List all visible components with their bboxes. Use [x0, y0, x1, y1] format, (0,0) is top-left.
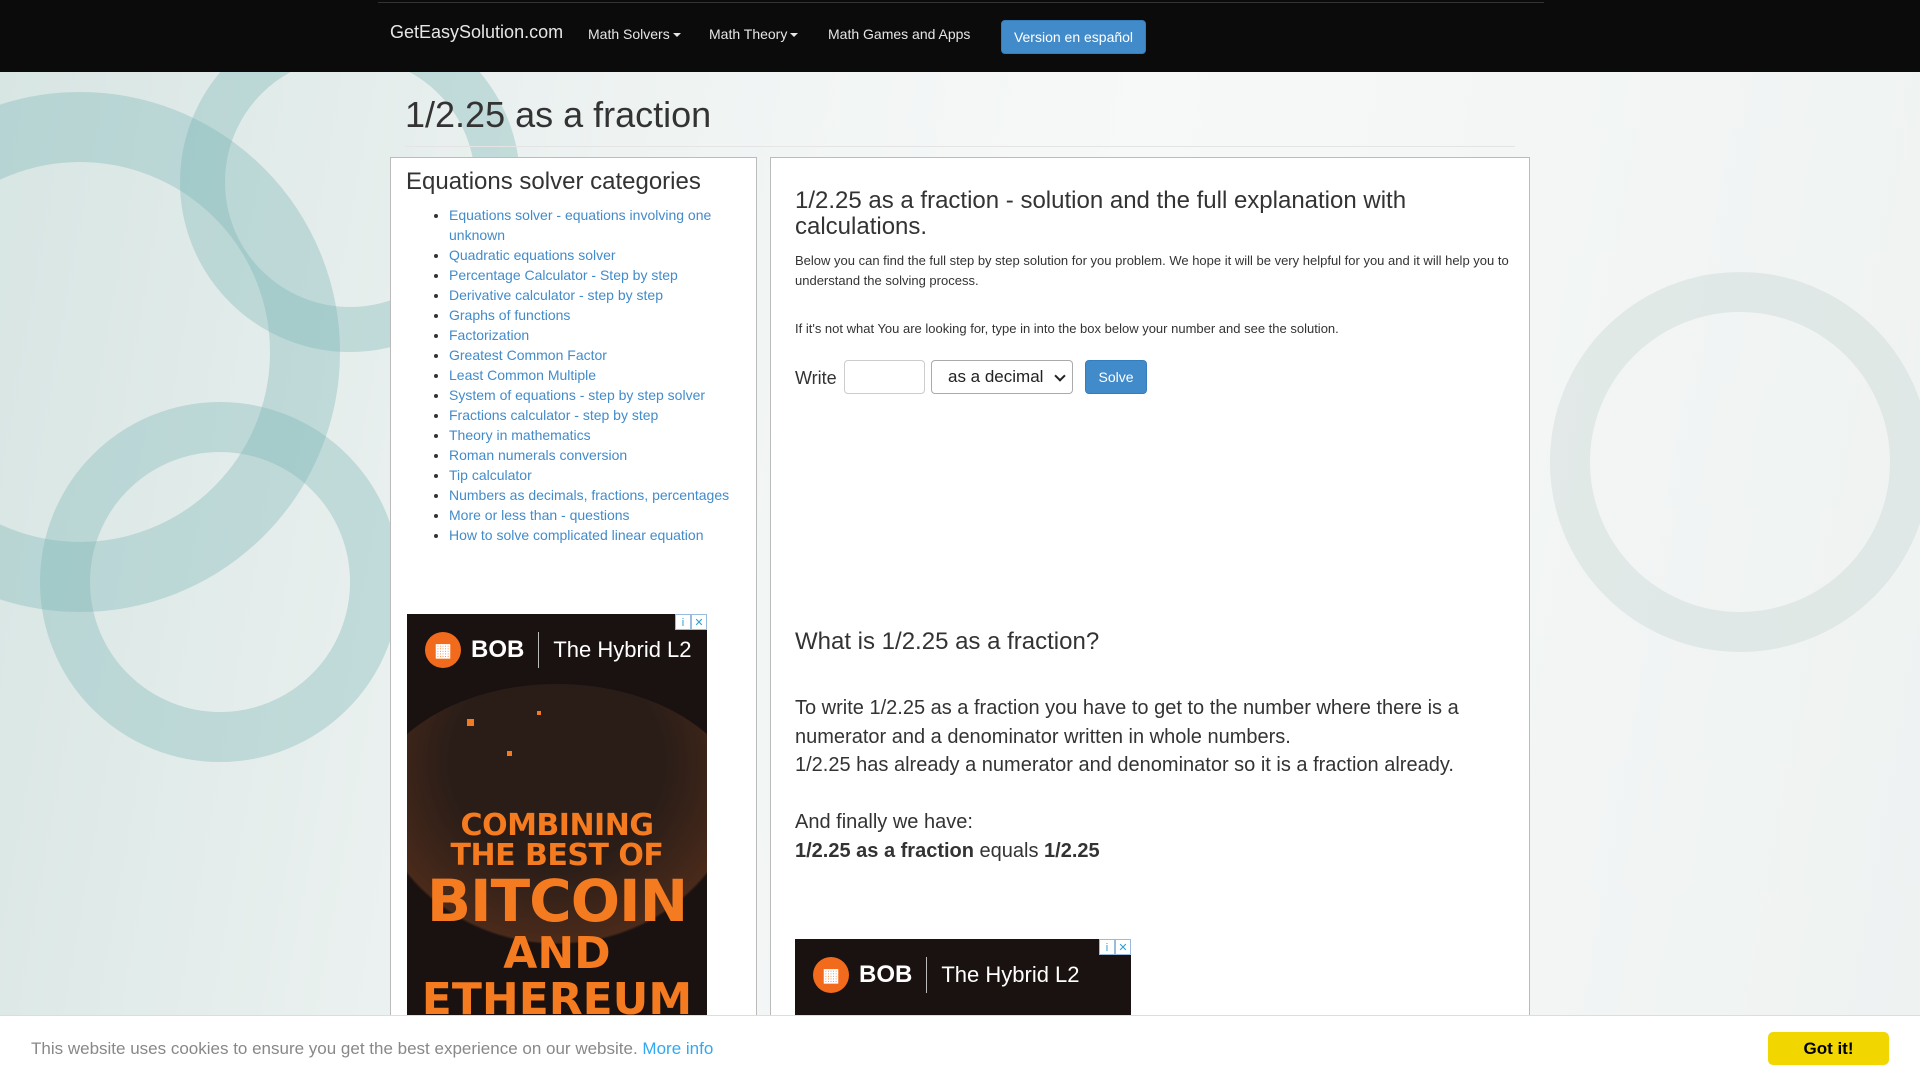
navbar-divider — [378, 2, 1544, 3]
ad-header: ▦ BOB The Hybrid L2 — [795, 939, 1131, 1011]
ad-close-icon[interactable]: ✕ — [691, 614, 707, 630]
list-item: Percentage Calculator - Step by step — [449, 265, 731, 285]
category-link[interactable]: How to solve complicated linear equation — [449, 527, 703, 543]
list-item: Factorization — [449, 325, 731, 345]
cookie-consent-bar: This website uses cookies to ensure you … — [0, 1015, 1920, 1080]
advertisement-banner[interactable]: ▦ BOB The Hybrid L2 i ✕ COMBINING THE BE… — [407, 614, 707, 1080]
ad-brand: BOB — [859, 961, 913, 988]
list-item: Tip calculator — [449, 465, 731, 485]
intro-text: Below you can find the full step by step… — [795, 253, 1509, 288]
list-item: Greatest Common Factor — [449, 345, 731, 365]
question-heading: What is 1/2.25 as a fraction? — [795, 628, 1100, 655]
ad-headline-line: COMBINING — [460, 808, 654, 843]
category-link[interactable]: Greatest Common Factor — [449, 347, 607, 363]
bob-logo-icon: ▦ — [425, 632, 461, 668]
number-input[interactable] — [844, 360, 925, 394]
list-item: Equations solver - equations involving o… — [449, 205, 731, 245]
list-item: Graphs of functions — [449, 305, 731, 325]
explanation: To write 1/2.25 as a fraction you have t… — [795, 694, 1515, 780]
ad-close-icon[interactable]: ✕ — [1115, 939, 1131, 955]
list-item: System of equations - step by step solve… — [449, 385, 731, 405]
explanation-line: To write 1/2.25 as a fraction you have t… — [795, 697, 1459, 748]
list-item: Theory in mathematics — [449, 425, 731, 445]
category-link[interactable]: System of equations - step by step solve… — [449, 387, 705, 403]
ad-decor-dot — [537, 711, 541, 715]
sidebar-panel: Equations solver categories Equations so… — [390, 157, 757, 1080]
solve-button[interactable]: Solve — [1085, 360, 1147, 394]
nav-math-games[interactable]: Math Games and Apps — [828, 26, 970, 42]
list-item: Roman numerals conversion — [449, 445, 731, 465]
ad-decor-dot — [467, 719, 474, 726]
solution-heading: 1/2.25 as a fraction - solution and the … — [795, 187, 1407, 240]
category-link[interactable]: Derivative calculator - step by step — [449, 287, 663, 303]
write-label: Write — [795, 368, 837, 388]
ad-product: The Hybrid L2 — [553, 637, 692, 662]
ad-headline-line: BITCOIN — [426, 867, 688, 935]
hint-text: If it's not what You are looking for, ty… — [795, 321, 1339, 336]
list-item: Quadratic equations solver — [449, 245, 731, 265]
category-link[interactable]: Tip calculator — [449, 467, 532, 483]
cookie-message: This website uses cookies to ensure you … — [31, 1039, 713, 1059]
spanish-version-button[interactable]: Version en español — [1001, 20, 1146, 54]
main-content-panel: 1/2.25 as a fraction - solution and the … — [770, 157, 1530, 1080]
bob-logo-icon: ▦ — [813, 957, 849, 993]
list-item: How to solve complicated linear equation — [449, 525, 731, 545]
list-item: Fractions calculator - step by step — [449, 405, 731, 425]
nav-math-solvers[interactable]: Math Solvers — [588, 26, 681, 42]
ad-headline: COMBINING THE BEST OF BITCOIN AND ETHERE… — [407, 811, 707, 1023]
nav-math-theory[interactable]: Math Theory — [709, 26, 799, 42]
format-select[interactable]: as a decimal — [931, 360, 1073, 394]
ad-separator — [926, 957, 928, 993]
cookie-more-info-link[interactable]: More info — [642, 1039, 713, 1058]
ad-separator — [538, 632, 540, 668]
adchoices: i ✕ — [1099, 939, 1131, 955]
nav-math-solvers-label: Math Solvers — [588, 26, 670, 42]
category-link[interactable]: Roman numerals conversion — [449, 447, 627, 463]
caret-down-icon — [790, 33, 799, 38]
category-link[interactable]: Equations solver - equations involving o… — [449, 207, 711, 243]
page-title: 1/2.25 as a fraction — [405, 94, 712, 135]
top-navbar: GetEasySolution.com Math Solvers Math Th… — [0, 0, 1920, 72]
ad-info-icon[interactable]: i — [675, 614, 691, 630]
category-link[interactable]: Least Common Multiple — [449, 367, 596, 383]
category-link[interactable]: Theory in mathematics — [449, 427, 591, 443]
result-lhs: 1/2.25 as a fraction — [795, 839, 974, 862]
list-item: Numbers as decimals, fractions, percenta… — [449, 485, 731, 505]
sidebar-heading: Equations solver categories — [406, 168, 701, 195]
result-line: 1/2.25 as a fraction equals 1/2.25 — [795, 837, 1515, 866]
category-link[interactable]: Numbers as decimals, fractions, percenta… — [449, 487, 729, 503]
result-rhs: 1/2.25 — [1044, 839, 1100, 862]
ad-brand: BOB — [471, 636, 525, 663]
nav-math-games-label: Math Games and Apps — [828, 26, 971, 42]
conversion-form: Write as a decimal Solve — [795, 360, 1295, 394]
category-link[interactable]: Factorization — [449, 327, 529, 343]
result-equals: equals — [979, 839, 1039, 862]
cookie-accept-button[interactable]: Got it! — [1768, 1032, 1889, 1065]
title-divider — [405, 146, 1515, 147]
category-link[interactable]: Quadratic equations solver — [449, 247, 616, 263]
category-link[interactable]: More or less than - questions — [449, 507, 630, 523]
explanation-line: 1/2.25 has already a numerator and denom… — [795, 754, 1454, 776]
ad-decor-dot — [507, 751, 512, 756]
chevron-down-icon — [1054, 370, 1066, 382]
category-link[interactable]: Fractions calculator - step by step — [449, 407, 658, 423]
category-list: Equations solver - equations involving o… — [431, 205, 731, 545]
cookie-message-text: This website uses cookies to ensure you … — [31, 1039, 638, 1058]
ad-headline-line: AND — [503, 928, 611, 979]
nav-math-theory-label: Math Theory — [709, 26, 788, 42]
list-item: More or less than - questions — [449, 505, 731, 525]
caret-down-icon — [672, 33, 681, 38]
ad-product: The Hybrid L2 — [941, 962, 1080, 987]
site-brand-link[interactable]: GetEasySolution.com — [390, 22, 563, 43]
list-item: Derivative calculator - step by step — [449, 285, 731, 305]
list-item: Least Common Multiple — [449, 365, 731, 385]
ad-header: ▦ BOB The Hybrid L2 — [407, 614, 707, 686]
adchoices: i ✕ — [675, 614, 707, 630]
format-select-value: as a decimal — [948, 367, 1044, 386]
final-answer: And finally we have: 1/2.25 as a fractio… — [795, 808, 1515, 865]
category-link[interactable]: Percentage Calculator - Step by step — [449, 267, 678, 283]
category-link[interactable]: Graphs of functions — [449, 307, 570, 323]
finally-text: And finally we have: — [795, 811, 973, 833]
ad-info-icon[interactable]: i — [1099, 939, 1115, 955]
